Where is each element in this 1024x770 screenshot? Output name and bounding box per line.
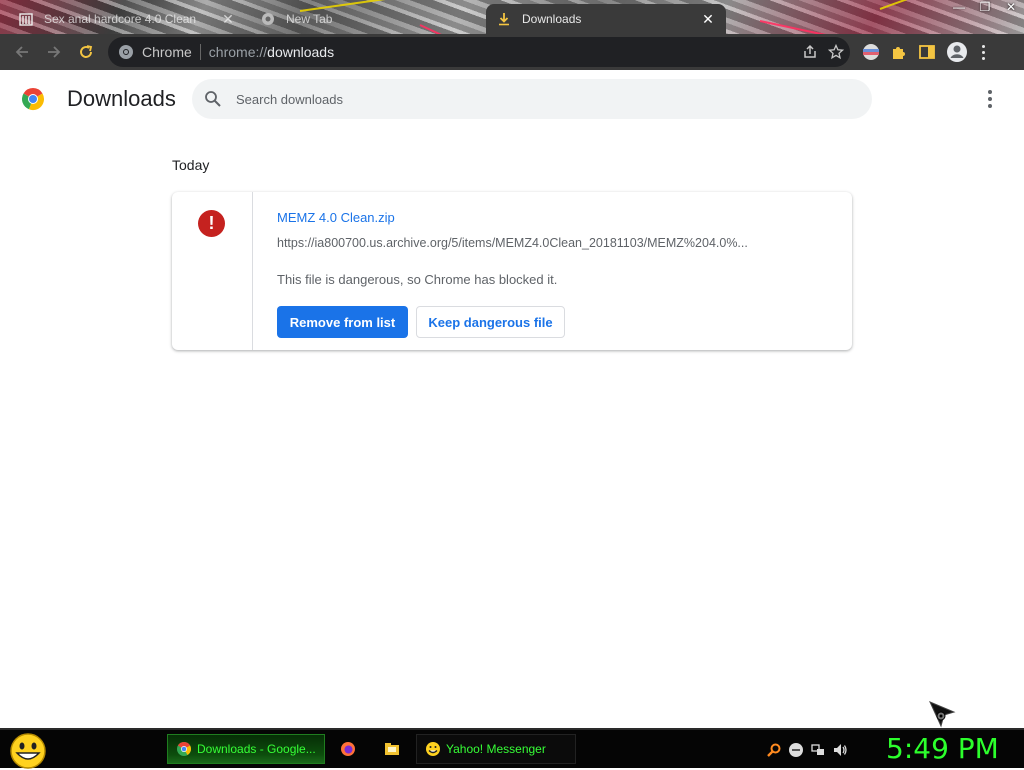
share-icon[interactable] [802, 44, 818, 60]
tab-title: Downloads [522, 12, 582, 26]
yahoo-icon [426, 742, 440, 756]
firefox-icon [341, 742, 355, 756]
taskbar-button-firefox[interactable] [336, 734, 362, 764]
forward-button[interactable] [40, 38, 68, 66]
taskbar-button-label: Downloads - Google... [197, 742, 316, 756]
arrow-left-icon [15, 46, 28, 58]
keep-dangerous-file-button[interactable]: Keep dangerous file [416, 306, 565, 338]
taskbar-button-label: Yahoo! Messenger [446, 742, 546, 756]
more-options-icon[interactable] [980, 89, 1000, 109]
messenger-tray-icon[interactable] [788, 742, 804, 758]
wallpaper-scribble [759, 20, 829, 34]
search-bar[interactable] [192, 79, 872, 119]
chrome-logo-icon [21, 88, 45, 111]
browser-toolbar: Chrome chrome://downloads [0, 34, 1024, 70]
chrome-icon [177, 741, 192, 756]
taskbar-clock[interactable]: 5:49 PM [886, 732, 999, 765]
profile-avatar-icon[interactable] [946, 41, 968, 63]
download-warning-text: This file is dangerous, so Chrome has bl… [277, 272, 558, 287]
system-tray [766, 740, 848, 760]
download-source-url[interactable]: https://ia800700.us.archive.org/5/items/… [277, 236, 777, 250]
tab-downloads[interactable]: Downloads ✕ [486, 4, 726, 34]
tab-title: New Tab [286, 12, 333, 26]
tab-strip: Sex anal hardcore 4.0 Clean ✕ New Tab Do… [0, 0, 1024, 34]
omnibox-divider [199, 44, 201, 60]
taskbar-button-chrome[interactable]: Downloads - Google... [167, 734, 325, 764]
taskbar-button-explorer[interactable] [380, 734, 406, 764]
search-input[interactable] [236, 91, 836, 107]
browser-menu-icon[interactable] [982, 44, 985, 60]
close-icon[interactable]: ✕ [1004, 0, 1018, 16]
chrome-icon [260, 11, 276, 27]
start-button-smiley-icon[interactable] [8, 732, 48, 770]
minimize-icon[interactable]: — [952, 0, 966, 16]
page-title: Downloads [67, 86, 176, 111]
taskbar-button-yahoo-messenger[interactable]: Yahoo! Messenger [416, 734, 576, 764]
url-text: chrome://downloads [209, 44, 334, 60]
tab-archive[interactable]: Sex anal hardcore 4.0 Clean ✕ [8, 4, 246, 34]
bookmark-star-icon[interactable] [828, 44, 844, 60]
side-panel-icon[interactable] [918, 43, 936, 61]
url-prefix: chrome:// [208, 44, 268, 60]
explorer-icon [385, 743, 399, 755]
reload-button[interactable] [72, 38, 100, 66]
tab-title: Sex anal hardcore 4.0 Clean [44, 12, 197, 26]
search-tray-icon[interactable] [766, 742, 782, 758]
taskbar: Downloads - Google... Yahoo! Messenger 5… [0, 728, 1024, 770]
restore-icon[interactable]: ❐ [978, 0, 992, 16]
download-item-card: ! MEMZ 4.0 Clean.zip https://ia800700.us… [172, 192, 852, 350]
flag-extension-icon[interactable] [862, 43, 880, 61]
site-chip-label: Chrome [142, 44, 192, 60]
tab-new-tab[interactable]: New Tab [250, 4, 486, 34]
download-icon [496, 11, 512, 27]
chrome-icon [119, 45, 133, 59]
download-file-name-link[interactable]: MEMZ 4.0 Clean.zip [277, 210, 395, 225]
url-path: downloads [267, 44, 335, 60]
search-icon [205, 91, 221, 107]
address-bar[interactable]: Chrome chrome://downloads [108, 37, 850, 67]
close-tab-icon[interactable]: ✕ [700, 11, 716, 27]
back-button[interactable] [8, 38, 36, 66]
volume-icon[interactable] [832, 742, 848, 758]
error-icon: ! [198, 210, 225, 237]
mouse-cursor-icon [929, 701, 956, 728]
date-section-label: Today [172, 157, 210, 173]
reload-icon [80, 45, 93, 58]
window-controls: — ❐ ✕ [952, 0, 1018, 16]
remove-from-list-button[interactable]: Remove from list [277, 306, 408, 338]
close-tab-icon[interactable]: ✕ [220, 11, 236, 27]
puzzle-extensions-icon[interactable] [890, 43, 908, 61]
archive-icon [18, 11, 34, 27]
site-chip[interactable]: Chrome [118, 44, 192, 60]
wallpaper-scribble [879, 0, 937, 10]
arrow-right-icon [48, 46, 61, 58]
omnibox-actions [802, 37, 844, 67]
extensions-area [862, 34, 985, 70]
network-icon[interactable] [810, 742, 826, 758]
